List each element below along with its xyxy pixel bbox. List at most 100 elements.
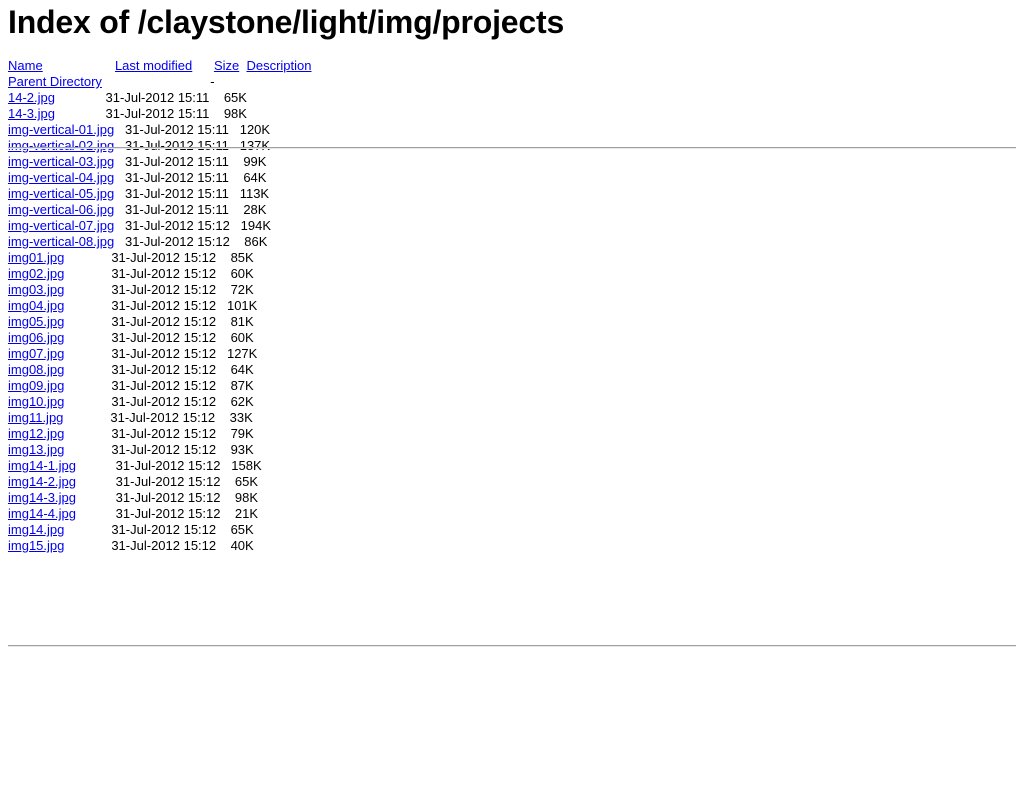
index-entry-row: img15.jpg 31-Jul-2012 15:12 40K — [8, 538, 254, 553]
index-entry-row: img05.jpg 31-Jul-2012 15:12 81K — [8, 314, 254, 329]
file-link-img11.jpg[interactable]: img11.jpg — [8, 410, 63, 425]
page-title: Index of /claystone/light/img/projects — [8, 4, 565, 40]
file-link-14-3.jpg[interactable]: 14-3.jpg — [8, 106, 55, 121]
header-gap-2 — [192, 58, 214, 73]
file-link-img14-3.jpg[interactable]: img14-3.jpg — [8, 490, 76, 505]
index-entry-meta: 31-Jul-2012 15:12 21K — [115, 506, 259, 521]
index-entry-list: Parent Directory - 14-2.jpg 31-Jul-2012 … — [0, 74, 1024, 554]
index-top-rule — [8, 147, 1016, 149]
file-link-img14.jpg[interactable]: img14.jpg — [8, 522, 64, 537]
index-entry-meta: 31-Jul-2012 15:12 86K — [125, 234, 268, 249]
index-entry-meta: 31-Jul-2012 15:12 101K — [111, 298, 258, 313]
sort-by-size-link[interactable]: Size — [214, 58, 239, 73]
file-link-img14-1.jpg[interactable]: img14-1.jpg — [8, 458, 76, 473]
index-entry-row: img-vertical-02.jpg 31-Jul-2012 15:11 13… — [8, 138, 270, 153]
index-entry-meta: 31-Jul-2012 15:12 87K — [111, 378, 254, 393]
file-link-img-vertical-01.jpg[interactable]: img-vertical-01.jpg — [8, 122, 114, 137]
index-entry-row: img14-3.jpg 31-Jul-2012 15:12 98K — [8, 490, 258, 505]
file-link-img09.jpg[interactable]: img09.jpg — [8, 378, 64, 393]
parent-directory-meta: - — [210, 74, 215, 89]
file-link-img-vertical-08.jpg[interactable]: img-vertical-08.jpg — [8, 234, 114, 249]
file-link-img03.jpg[interactable]: img03.jpg — [8, 282, 64, 297]
file-link-img-vertical-07.jpg[interactable]: img-vertical-07.jpg — [8, 218, 114, 233]
index-entry-meta: 31-Jul-2012 15:11 98K — [105, 106, 247, 121]
index-entry-meta: 31-Jul-2012 15:12 60K — [111, 330, 254, 345]
index-entry-row: img03.jpg 31-Jul-2012 15:12 72K — [8, 282, 254, 297]
index-entry-row: img14-2.jpg 31-Jul-2012 15:12 65K — [8, 474, 258, 489]
index-entry-meta: 31-Jul-2012 15:12 40K — [111, 538, 254, 553]
index-header-row: Name Last modified Size Description — [0, 58, 1024, 74]
index-entry-meta: 31-Jul-2012 15:12 127K — [111, 346, 258, 361]
sort-by-description-link[interactable]: Description — [246, 58, 311, 73]
index-entry-meta: 31-Jul-2012 15:12 98K — [115, 490, 259, 505]
index-entry-row: img14.jpg 31-Jul-2012 15:12 65K — [8, 522, 254, 537]
index-entry-meta: 31-Jul-2012 15:12 79K — [111, 426, 254, 441]
index-entry-meta: 31-Jul-2012 15:11 64K — [125, 170, 267, 185]
index-entry-meta: 31-Jul-2012 15:11 113K — [125, 186, 270, 201]
file-link-img04.jpg[interactable]: img04.jpg — [8, 298, 64, 313]
header-gap-1 — [43, 58, 115, 73]
index-entry-row: img02.jpg 31-Jul-2012 15:12 60K — [8, 266, 254, 281]
index-entry-row: 14-3.jpg 31-Jul-2012 15:11 98K — [8, 106, 247, 121]
file-link-img06.jpg[interactable]: img06.jpg — [8, 330, 64, 345]
index-entry-row: img14-1.jpg 31-Jul-2012 15:12 158K — [8, 458, 262, 473]
file-link-img-vertical-05.jpg[interactable]: img-vertical-05.jpg — [8, 186, 114, 201]
index-entry-meta: 31-Jul-2012 15:12 85K — [111, 250, 254, 265]
index-entry-meta: 31-Jul-2012 15:12 158K — [115, 458, 262, 473]
index-entry-meta: 31-Jul-2012 15:11 99K — [125, 154, 267, 169]
sort-by-name-link[interactable]: Name — [8, 58, 43, 73]
index-entry-meta: 31-Jul-2012 15:11 65K — [105, 90, 247, 105]
index-entry-row: img11.jpg 31-Jul-2012 15:12 33K — [8, 410, 253, 425]
file-link-img02.jpg[interactable]: img02.jpg — [8, 266, 64, 281]
parent-directory-row: Parent Directory - — [8, 74, 215, 89]
index-entry-meta: 31-Jul-2012 15:12 93K — [111, 442, 254, 457]
index-entry-row: img13.jpg 31-Jul-2012 15:12 93K — [8, 442, 254, 457]
index-entry-row: img01.jpg 31-Jul-2012 15:12 85K — [8, 250, 254, 265]
file-link-img-vertical-02.jpg[interactable]: img-vertical-02.jpg — [8, 138, 114, 153]
index-entry-meta: 31-Jul-2012 15:12 62K — [111, 394, 254, 409]
file-link-img-vertical-06.jpg[interactable]: img-vertical-06.jpg — [8, 202, 114, 217]
index-entry-row: img06.jpg 31-Jul-2012 15:12 60K — [8, 330, 254, 345]
index-entry-row: img-vertical-04.jpg 31-Jul-2012 15:11 64… — [8, 170, 266, 185]
index-entry-row: img04.jpg 31-Jul-2012 15:12 101K — [8, 298, 257, 313]
index-entry-meta: 31-Jul-2012 15:12 64K — [111, 362, 254, 377]
index-entry-meta: 31-Jul-2012 15:11 120K — [125, 122, 271, 137]
index-entry-row: img-vertical-07.jpg 31-Jul-2012 15:12 19… — [8, 218, 271, 233]
file-link-img-vertical-03.jpg[interactable]: img-vertical-03.jpg — [8, 154, 114, 169]
index-entry-meta: 31-Jul-2012 15:11 28K — [125, 202, 267, 217]
file-link-img12.jpg[interactable]: img12.jpg — [8, 426, 64, 441]
file-link-img13.jpg[interactable]: img13.jpg — [8, 442, 64, 457]
sort-by-last-modified-link[interactable]: Last modified — [115, 58, 192, 73]
index-entry-meta: 31-Jul-2012 15:11 137K — [125, 138, 271, 153]
directory-index: Name Last modified Size Description Pare… — [0, 58, 1024, 647]
file-link-img07.jpg[interactable]: img07.jpg — [8, 346, 64, 361]
index-entry-row: img10.jpg 31-Jul-2012 15:12 62K — [8, 394, 254, 409]
file-link-img15.jpg[interactable]: img15.jpg — [8, 538, 64, 553]
parent-directory-link[interactable]: Parent Directory — [8, 74, 102, 89]
index-entry-row: img07.jpg 31-Jul-2012 15:12 127K — [8, 346, 257, 361]
index-entry-meta: 31-Jul-2012 15:12 60K — [111, 266, 254, 281]
index-entry-row: img-vertical-08.jpg 31-Jul-2012 15:12 86… — [8, 234, 267, 249]
index-entry-row: img-vertical-05.jpg 31-Jul-2012 15:11 11… — [8, 186, 269, 201]
file-link-img05.jpg[interactable]: img05.jpg — [8, 314, 64, 329]
index-bottom-rule — [8, 645, 1016, 647]
index-entry-row: img-vertical-01.jpg 31-Jul-2012 15:11 12… — [8, 122, 270, 137]
index-entry-row: img-vertical-06.jpg 31-Jul-2012 15:11 28… — [8, 202, 266, 217]
file-link-img-vertical-04.jpg[interactable]: img-vertical-04.jpg — [8, 170, 114, 185]
file-link-img10.jpg[interactable]: img10.jpg — [8, 394, 64, 409]
index-entry-meta: 31-Jul-2012 15:12 194K — [125, 218, 272, 233]
index-entry-meta: 31-Jul-2012 15:12 81K — [111, 314, 254, 329]
file-link-img14-2.jpg[interactable]: img14-2.jpg — [8, 474, 76, 489]
index-entry-row: img-vertical-03.jpg 31-Jul-2012 15:11 99… — [8, 154, 266, 169]
index-entry-meta: 31-Jul-2012 15:12 72K — [111, 282, 254, 297]
index-entry-row: img12.jpg 31-Jul-2012 15:12 79K — [8, 426, 254, 441]
file-link-img14-4.jpg[interactable]: img14-4.jpg — [8, 506, 76, 521]
file-link-14-2.jpg[interactable]: 14-2.jpg — [8, 90, 55, 105]
index-entry-row: 14-2.jpg 31-Jul-2012 15:11 65K — [8, 90, 247, 105]
index-entry-meta: 31-Jul-2012 15:12 65K — [115, 474, 259, 489]
index-entry-row: img08.jpg 31-Jul-2012 15:12 64K — [8, 362, 254, 377]
index-entry-row: img09.jpg 31-Jul-2012 15:12 87K — [8, 378, 254, 393]
index-entry-meta: 31-Jul-2012 15:12 33K — [110, 410, 253, 425]
file-link-img08.jpg[interactable]: img08.jpg — [8, 362, 64, 377]
file-link-img01.jpg[interactable]: img01.jpg — [8, 250, 64, 265]
